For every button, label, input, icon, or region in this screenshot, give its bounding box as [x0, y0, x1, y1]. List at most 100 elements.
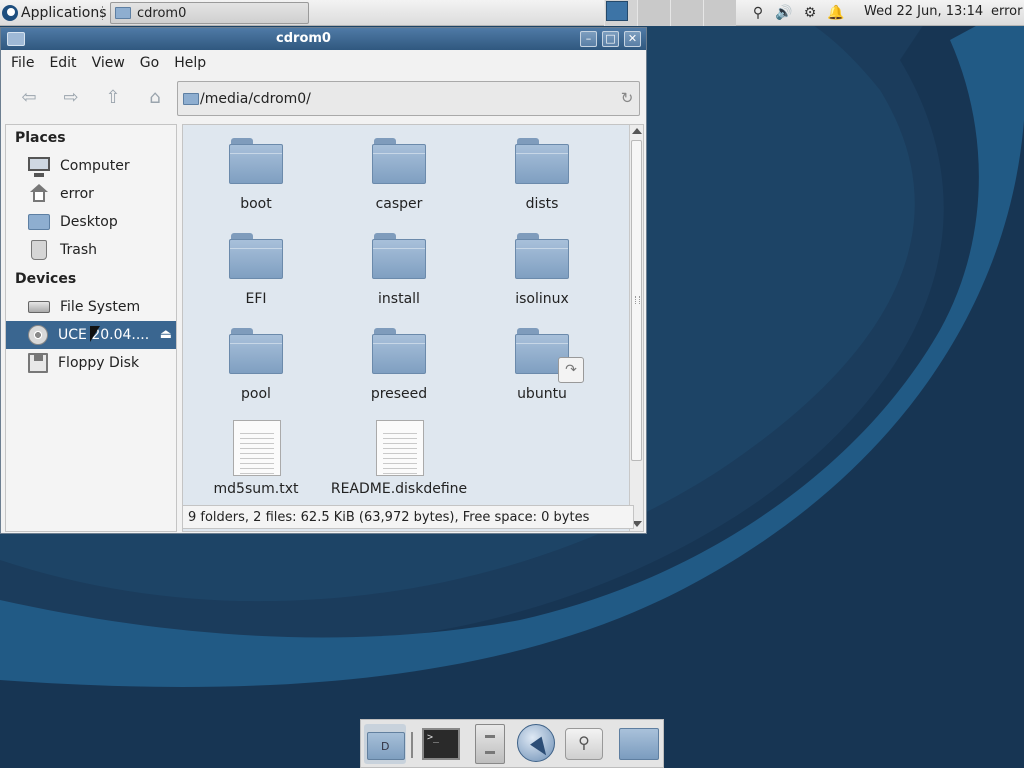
text-file-icon [233, 420, 281, 476]
file-item[interactable]: casper [328, 125, 470, 220]
workspace-1[interactable] [604, 0, 637, 26]
update-icon[interactable]: ⚙ [800, 3, 820, 23]
maximize-button[interactable]: □ [602, 31, 619, 47]
places-heading: Places [15, 130, 66, 146]
file-name: EFI [245, 291, 267, 307]
file-name: isolinux [515, 291, 569, 307]
web-browser-icon[interactable] [515, 724, 557, 764]
sidebar-item-label: UCE 20.04.... [58, 327, 150, 343]
user-menu[interactable]: error [991, 4, 1022, 19]
menu-bar: File Edit View Go Help [1, 50, 646, 76]
window-titlebar[interactable]: cdrom0 – □ ✕ [1, 28, 646, 50]
file-item[interactable]: isolinux [471, 220, 613, 315]
minimize-button[interactable]: – [580, 31, 597, 47]
scroll-up-arrow-icon[interactable] [632, 128, 642, 134]
file-item[interactable]: ubuntu [471, 315, 613, 410]
workspace-2[interactable] [637, 0, 670, 26]
file-cabinet-icon[interactable] [469, 724, 511, 764]
back-icon[interactable]: ⇦ [16, 85, 42, 109]
sidebar-item-file-system[interactable]: File System [6, 293, 176, 321]
location-path[interactable]: /media/cdrom0/ [200, 91, 311, 107]
status-bar: 9 folders, 2 files: 62.5 KiB (63,972 byt… [182, 505, 634, 529]
sidebar-item-trash[interactable]: Trash [6, 236, 176, 264]
file-item[interactable]: dists [471, 125, 613, 220]
sidebar-item-label: Desktop [60, 214, 118, 230]
terminal-icon[interactable]: >_ [421, 724, 463, 764]
file-item[interactable]: README.diskdefine [328, 410, 470, 505]
menu-help[interactable]: Help [164, 55, 211, 71]
sidebar-item-home[interactable]: error [6, 180, 176, 208]
file-name: boot [240, 196, 272, 212]
menu-go[interactable]: Go [130, 55, 164, 71]
file-name: ubuntu [517, 386, 567, 402]
desktop-icon [28, 214, 50, 230]
folder-icon [515, 233, 569, 281]
workspace-4[interactable] [703, 0, 736, 26]
sidebar-item-label: error [60, 186, 94, 202]
reload-icon[interactable]: ↻ [619, 90, 635, 106]
menu-edit[interactable]: Edit [39, 55, 81, 71]
top-panel: Applications cdrom0 ⚲ 🔊 ⚙ 🔔 Wed 22 Jun, … [0, 0, 1024, 26]
folder-icon [515, 138, 569, 186]
location-bar[interactable]: /media/cdrom0/ ↻ [177, 81, 640, 116]
file-item[interactable]: install [328, 220, 470, 315]
close-button[interactable]: ✕ [624, 31, 641, 47]
notification-bell-icon[interactable]: 🔔 [826, 3, 846, 23]
file-item[interactable]: preseed [328, 315, 470, 410]
text-file-icon [376, 420, 424, 476]
home-icon[interactable]: ⌂ [142, 85, 168, 109]
file-manager-icon[interactable]: D [364, 724, 406, 764]
folder-icon [372, 138, 426, 186]
file-name: md5sum.txt [213, 481, 299, 497]
dock: D >_ ⚲ [360, 719, 664, 768]
file-item[interactable]: EFI [185, 220, 327, 315]
clock[interactable]: Wed 22 Jun, 13:14 [864, 4, 983, 19]
cd-icon [28, 325, 48, 345]
volume-icon[interactable]: 🔊 [774, 3, 794, 23]
file-item[interactable]: md5sum.txt [185, 410, 327, 505]
file-icon-view[interactable]: boot casper dists EFI install isolinux p… [182, 124, 644, 532]
sidebar-item-computer[interactable]: Computer [6, 152, 176, 180]
file-name: README.diskdefine [330, 481, 468, 497]
file-item[interactable]: pool [185, 315, 327, 410]
file-name: pool [241, 386, 271, 402]
folder-icon [229, 328, 283, 376]
sidebar-item-label: Computer [60, 158, 130, 174]
up-icon[interactable]: ⇧ [100, 85, 126, 109]
sidebar-item-label: Floppy Disk [58, 355, 140, 371]
file-manager-window: cdrom0 – □ ✕ File Edit View Go Help ⇦ ⇨ … [0, 27, 647, 534]
folder-icon [115, 7, 131, 19]
folder-icon[interactable] [616, 724, 659, 764]
drive-icon [28, 301, 50, 313]
sidebar-item-label: Trash [60, 242, 97, 258]
forward-icon[interactable]: ⇨ [58, 85, 84, 109]
eject-icon[interactable]: ⏏ [160, 327, 172, 342]
folder-icon [372, 328, 426, 376]
sidebar-item-desktop[interactable]: Desktop [6, 208, 176, 236]
folder-icon [229, 138, 283, 186]
vertical-scrollbar[interactable] [629, 125, 643, 531]
taskbar-window-button[interactable]: cdrom0 [110, 2, 309, 24]
file-name: dists [525, 196, 559, 212]
sidebar-item-floppy[interactable]: Floppy Disk [6, 349, 176, 377]
workspace-switcher[interactable] [604, 0, 736, 26]
scrollbar-thumb[interactable] [631, 140, 642, 461]
home-icon [28, 184, 50, 204]
dock-separator [411, 732, 413, 758]
sidebar-item-label: File System [60, 299, 141, 315]
applications-label: Applications [21, 5, 107, 21]
file-name: install [378, 291, 420, 307]
file-item[interactable]: boot [185, 125, 327, 220]
applications-menu[interactable]: Applications [2, 3, 107, 23]
search-icon[interactable]: ⚲ [748, 3, 768, 23]
menu-file[interactable]: File [1, 55, 39, 71]
workspace-3[interactable] [670, 0, 703, 26]
folder-icon [183, 93, 199, 105]
window-title: cdrom0 [276, 31, 331, 46]
trash-icon [31, 240, 47, 260]
menu-view[interactable]: View [82, 55, 130, 71]
search-app-icon[interactable]: ⚲ [563, 724, 605, 764]
computer-icon [28, 157, 50, 177]
folder-icon [372, 233, 426, 281]
terminal-prompt: >_ [422, 728, 460, 760]
